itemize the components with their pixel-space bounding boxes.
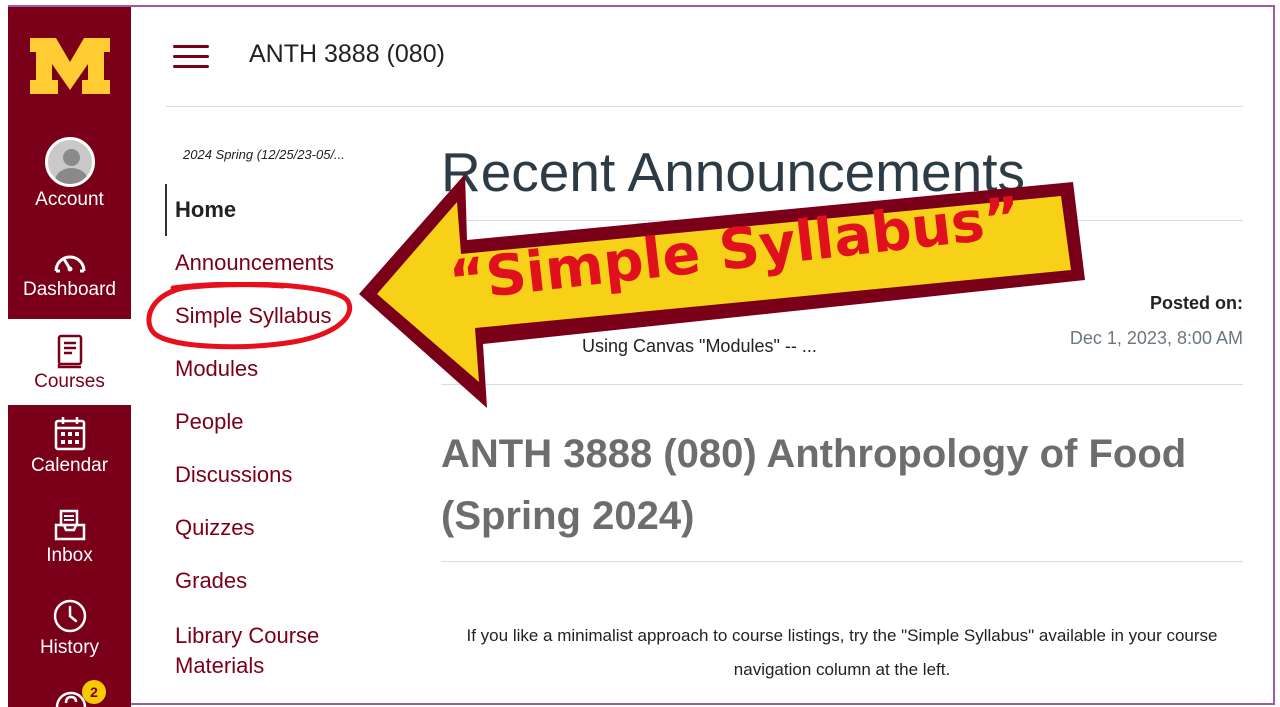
course-term-label: 2024 Spring (12/25/23-05/... xyxy=(183,147,345,162)
course-title-heading: ANTH 3888 (080) Anthropology of Food (Sp… xyxy=(441,432,1187,538)
university-logo-icon[interactable] xyxy=(26,32,114,100)
inbox-icon xyxy=(54,509,85,541)
global-nav-dashboard[interactable]: Dashboard xyxy=(8,247,131,301)
global-nav-label: History xyxy=(39,637,100,658)
courses-book-icon xyxy=(57,334,82,369)
divider xyxy=(441,561,1243,562)
global-nav-account[interactable]: Account xyxy=(8,137,131,211)
active-item-indicator xyxy=(165,184,167,236)
header-divider xyxy=(166,106,1243,107)
highlight-circle xyxy=(146,282,353,350)
course-nav-quizzes[interactable]: Quizzes xyxy=(175,515,254,541)
calendar-icon xyxy=(54,417,85,451)
global-nav-courses[interactable]: Courses xyxy=(8,319,131,405)
global-nav-label: Dashboard xyxy=(23,279,116,300)
course-nav-people[interactable]: People xyxy=(175,409,244,435)
global-nav-label: Calendar xyxy=(30,455,109,476)
global-nav-label: Account xyxy=(35,189,104,210)
course-menu-hamburger-icon[interactable] xyxy=(173,42,209,70)
course-nav-announcements[interactable]: Announcements xyxy=(175,250,334,276)
global-navigation: Account Dashboard Courses Calendar Inbox… xyxy=(8,7,131,707)
global-nav-calendar[interactable]: Calendar xyxy=(8,415,131,477)
global-nav-label: Inbox xyxy=(46,545,93,566)
dashboard-gauge-icon xyxy=(54,255,85,273)
account-avatar-icon xyxy=(44,137,95,187)
course-nav-discussions[interactable]: Discussions xyxy=(175,462,292,488)
posted-date: Dec 1, 2023, 8:00 AM xyxy=(1069,328,1243,348)
posted-on-label: Posted on: xyxy=(1150,293,1243,313)
course-nav-home[interactable]: Home xyxy=(175,197,236,223)
course-description: If you like a minimalist approach to cou… xyxy=(466,626,1218,679)
course-nav-modules[interactable]: Modules xyxy=(175,356,258,382)
global-nav-inbox[interactable]: Inbox xyxy=(8,507,131,567)
breadcrumb-course[interactable]: ANTH 3888 (080) xyxy=(249,40,445,69)
help-notification-badge: 2 xyxy=(82,680,106,704)
history-clock-icon xyxy=(53,599,86,633)
global-nav-label: Courses xyxy=(34,371,105,392)
course-nav-library-course-materials[interactable]: Library Course Materials xyxy=(175,621,365,681)
global-nav-history[interactable]: History xyxy=(8,597,131,659)
course-nav-grades[interactable]: Grades xyxy=(175,568,247,594)
